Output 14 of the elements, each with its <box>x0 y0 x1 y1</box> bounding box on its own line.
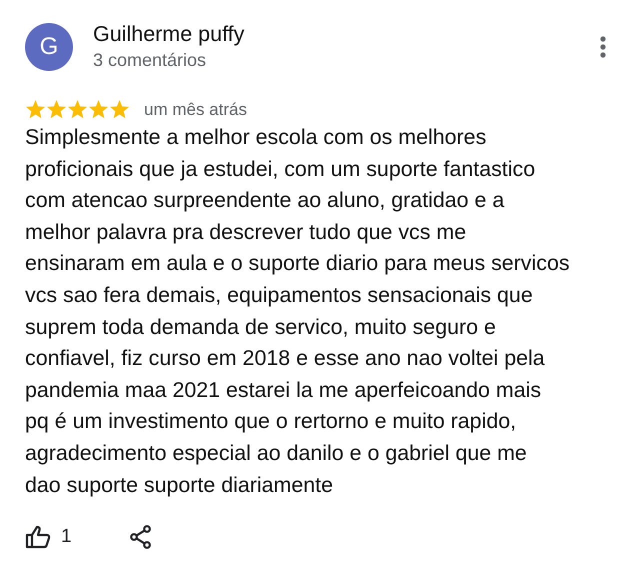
star-icon <box>67 99 88 120</box>
share-icon[interactable] <box>130 525 152 550</box>
more-options-icon[interactable] <box>599 36 607 58</box>
like-button[interactable]: 1 <box>25 525 72 550</box>
avatar: G <box>25 22 73 70</box>
thumbs-up-icon <box>25 525 51 550</box>
review-time: um mês atrás <box>144 100 247 120</box>
star-icon <box>46 99 67 120</box>
author-name: Guilherme puffy <box>93 22 246 47</box>
star-icon <box>88 99 109 120</box>
star-icon <box>25 99 46 120</box>
review-count: 3 comentários <box>93 50 208 71</box>
review-text: Simplesmente a melhor escola com os melhores proficionais que ja estudei, com um suporte fantastico com atencao surpreendente ao aluno, gratidao e a melhor palavra pra descrever tudo que vcs me ensinaram em aula e o suporte diario para meus servicos vcs sao fera demais, equipamentos sensacionais que suprem toda demanda de servico, muito seguro e confiavel, fiz curso em 2018 e esse ano nao voltei pela pandemia maa 2021 estarei la me aperfeicoando mais pq é um investimento que o rertorno e muito rapido, agradecimento especial ao danilo e o gabriel que me dao suporte suporte diariamente <box>25 124 571 499</box>
star-icon <box>109 99 130 120</box>
